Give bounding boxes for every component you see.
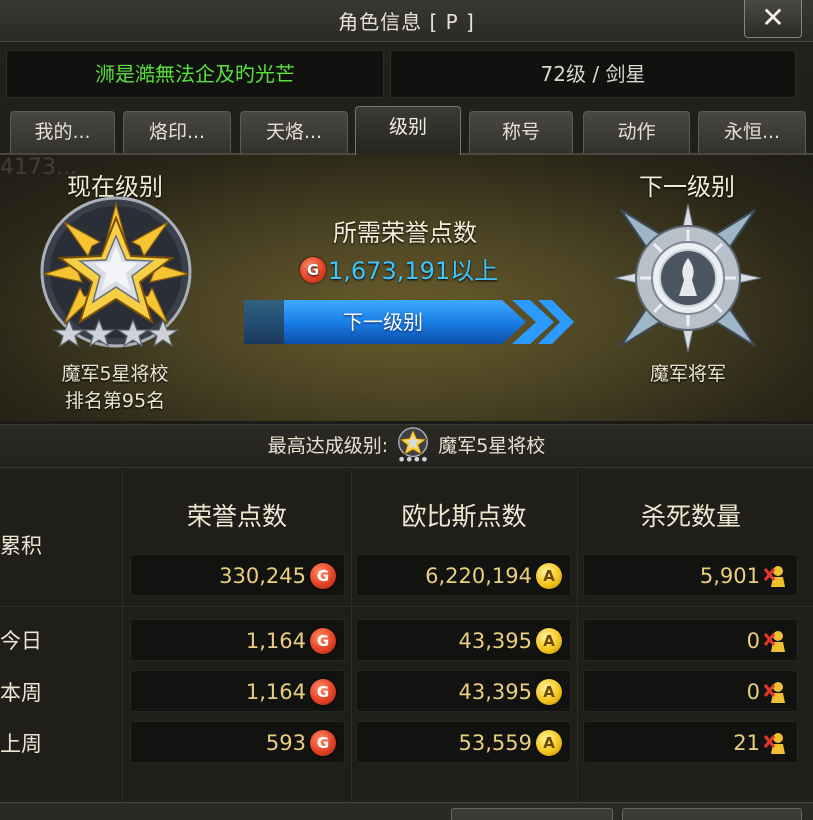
tab-stigma[interactable]: 烙印... <box>123 111 231 153</box>
kill-count-icon <box>763 631 785 652</box>
silver-general-medal-icon <box>614 203 762 353</box>
highest-rank-label: 最高达成级别: <box>267 435 389 457</box>
cell-cumulative-orbis: 6,220,194 A <box>356 554 571 596</box>
gold-star-medal-icon <box>40 196 192 348</box>
character-level-class: 72级 / 剑星 <box>390 50 796 98</box>
honor-coin-icon: G <box>300 257 326 283</box>
cell-value: 43,395 <box>458 629 532 653</box>
cell-today-honor: 1,164 G <box>130 619 345 661</box>
character-name: 浉是澔無法企及旳光芒 <box>6 50 384 98</box>
cell-last-week-kills: 21 <box>583 721 798 763</box>
tab-eternal[interactable]: 永恒... <box>698 111 806 153</box>
cell-cumulative-honor: 330,245 G <box>130 554 345 596</box>
current-rank-position: 排名第95名 <box>64 390 166 412</box>
tab-title[interactable]: 称号 <box>469 111 573 153</box>
tab-rank[interactable]: 级别 <box>355 106 461 156</box>
cell-value: 43,395 <box>458 680 532 704</box>
window-title: 角色信息 [ P ] <box>338 10 475 34</box>
bottom-button-right[interactable] <box>622 808 802 820</box>
highest-rank-bar: 最高达成级别: 魔军5星将校 <box>0 424 813 468</box>
cell-value: 330,245 <box>219 564 306 588</box>
mini-gold-star-medal-icon <box>398 426 429 462</box>
column-divider <box>122 470 123 802</box>
highest-rank-name: 魔军5星将校 <box>438 435 546 457</box>
honor-coin-icon: G <box>310 563 336 589</box>
orbis-coin-icon: A <box>536 730 562 756</box>
cell-today-kills: 0 <box>583 619 798 661</box>
kill-count-icon <box>763 733 785 754</box>
orbis-coin-icon: A <box>536 563 562 589</box>
column-divider <box>577 470 578 802</box>
row-label-this-week: 本周 <box>0 681 42 705</box>
column-header-honor: 荣誉点数 <box>186 502 287 531</box>
character-info-window: 角色信息 [ P ] ✕ 浉是澔無法企及旳光芒 72级 / 剑星 我的... 烙… <box>0 0 813 820</box>
honor-coin-icon: G <box>310 730 336 756</box>
cell-value: 1,164 <box>245 680 306 704</box>
cell-value: 593 <box>265 731 306 755</box>
row-label-today: 今日 <box>0 629 42 653</box>
bottom-button-left[interactable] <box>451 808 613 820</box>
cell-cumulative-kills: 5,901 <box>583 554 798 596</box>
orbis-coin-icon: A <box>536 679 562 705</box>
required-points-value: G 1,673,191以上 <box>300 251 530 286</box>
row-label-cumulative: 累积 <box>0 534 42 558</box>
column-header-kills: 杀死数量 <box>640 502 741 531</box>
cell-this-week-orbis: 43,395 A <box>356 670 571 712</box>
tab-emote[interactable]: 动作 <box>583 111 690 153</box>
next-rank-name: 魔军将军 <box>649 363 726 385</box>
column-divider <box>351 470 352 802</box>
cell-value: 5,901 <box>699 564 760 588</box>
close-button[interactable]: ✕ <box>744 0 802 38</box>
honor-coin-icon: G <box>310 628 336 654</box>
cell-value: 0 <box>746 629 760 653</box>
column-header-orbis: 欧比斯点数 <box>401 502 527 531</box>
current-rank-name: 魔军5星将校 <box>61 363 169 385</box>
tab-my[interactable]: 我的... <box>10 111 115 153</box>
close-icon: ✕ <box>761 1 785 34</box>
cell-value: 21 <box>733 731 760 755</box>
next-rank-label: 下一级别 <box>639 173 735 201</box>
cell-last-week-honor: 593 G <box>130 721 345 763</box>
cell-last-week-orbis: 53,559 A <box>356 721 571 763</box>
required-points-number: 1,673,191以上 <box>328 257 499 285</box>
tab-heaven-stigma[interactable]: 天烙... <box>240 111 348 153</box>
row-divider <box>0 606 813 607</box>
required-points-label: 所需荣誉点数 <box>333 219 477 247</box>
cell-this-week-honor: 1,164 G <box>130 670 345 712</box>
cell-value: 1,164 <box>245 629 306 653</box>
cell-value: 6,220,194 <box>425 564 532 588</box>
cell-value: 53,559 <box>458 731 532 755</box>
cell-this-week-kills: 0 <box>583 670 798 712</box>
cell-today-orbis: 43,395 A <box>356 619 571 661</box>
cell-value: 0 <box>746 680 760 704</box>
honor-coin-icon: G <box>310 679 336 705</box>
next-rank-button[interactable] <box>244 296 574 348</box>
row-label-last-week: 上周 <box>0 732 42 756</box>
kill-count-icon <box>763 566 785 587</box>
kill-count-icon <box>763 682 785 703</box>
orbis-coin-icon: A <box>536 628 562 654</box>
